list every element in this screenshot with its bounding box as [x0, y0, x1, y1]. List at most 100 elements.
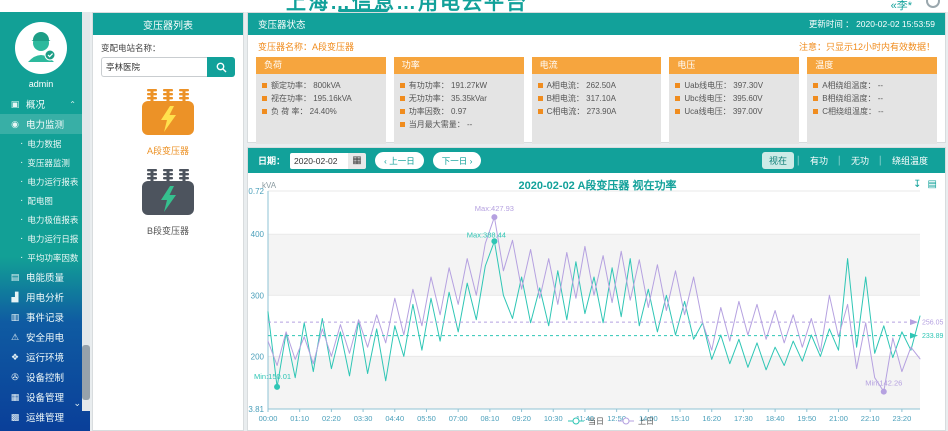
- chart-toolbar: 日期： ▦ ‹ 上一日 下一日 › 视在│有功│无功│绕组温度: [248, 148, 945, 173]
- x-axis-tick-label: 09:20: [512, 414, 531, 423]
- status-card-row: 额定功率： 800kVA: [262, 79, 380, 92]
- tab-无功[interactable]: 无功: [844, 152, 876, 169]
- legend-label[interactable]: 当日: [588, 416, 604, 426]
- sidebar-item-user-report[interactable]: ✎用户报告: [0, 427, 82, 431]
- legend-label[interactable]: 上日: [638, 417, 654, 426]
- plot-band: [268, 234, 920, 295]
- transformer-items: A段变压器 B段变压器: [93, 87, 243, 237]
- monitor-icon: ▣: [8, 99, 22, 110]
- sidebar-item-device-management[interactable]: ▦设备管理: [0, 387, 82, 407]
- bullet-square-icon: [400, 96, 405, 101]
- status-card-row: 负 荷 率： 24.40%: [262, 105, 380, 118]
- sidebar-item-ops-management[interactable]: ▩运维管理: [0, 407, 82, 427]
- annotation-label: Min:150.01: [254, 372, 291, 381]
- search-button[interactable]: [207, 57, 235, 77]
- status-card-row: B相电流： 317.10A: [538, 92, 656, 105]
- sidebar-item-label: 概况: [26, 97, 45, 111]
- calendar-icon[interactable]: ▦: [348, 153, 366, 169]
- tab-视在[interactable]: 视在: [762, 152, 794, 169]
- transformer-item[interactable]: A段变压器: [93, 87, 243, 157]
- next-day-button[interactable]: 下一日 ›: [433, 152, 482, 169]
- sidebar-item-power-extreme-report[interactable]: ·电力极值报表: [0, 210, 82, 229]
- x-axis-tick-label: 02:20: [322, 414, 341, 423]
- y-axis-tick-label: 113.81: [248, 405, 265, 414]
- prev-day-button[interactable]: ‹ 上一日: [375, 152, 424, 169]
- sidebar-item-power-daily-report[interactable]: ·电力运行日报: [0, 229, 82, 248]
- avatar[interactable]: [15, 22, 67, 74]
- search-icon: [216, 62, 227, 73]
- station-search-input[interactable]: [101, 57, 207, 77]
- sidebar-item-label: 运维管理: [26, 410, 64, 424]
- data-validity-note: 注意：只显示12小时内有效数据！: [799, 40, 935, 53]
- user-menu-icon[interactable]: [926, 0, 940, 8]
- status-card-row: C相绕组温度： --: [813, 105, 931, 118]
- bullet-square-icon: [813, 96, 818, 101]
- sidebar-scroll-down-icon[interactable]: ⌄: [73, 398, 81, 409]
- sidebar-item-power-quality[interactable]: ▤电能质量: [0, 267, 82, 287]
- sidebar-item-power-monitoring[interactable]: ◉电力监测: [0, 114, 82, 134]
- status-card-row: A相电流： 262.50A: [538, 79, 656, 92]
- sidebar-item-device-control[interactable]: ✇设备控制: [0, 367, 82, 387]
- transformer-item[interactable]: B段变压器: [93, 167, 243, 237]
- top-header-strip: 上海…信息…用电云平台 «李*: [0, 0, 948, 12]
- transformer-list-panel: 变压器列表 变配电站名称： A段变压器B段变压器: [92, 12, 244, 431]
- sidebar-subitem-label: 电力数据: [27, 138, 61, 150]
- sidebar-item-event-log[interactable]: ▥事件记录: [0, 307, 82, 327]
- tab-separator: │: [796, 156, 801, 165]
- bullet-square-icon: [675, 96, 680, 101]
- annotation-label: Max:388.44: [467, 230, 506, 239]
- bullet-icon: ·: [20, 176, 23, 187]
- sidebar-scrollbar-thumb[interactable]: [82, 345, 90, 400]
- date-input[interactable]: [290, 153, 348, 169]
- sidebar-item-distribution-diagram[interactable]: ·配电图: [0, 191, 82, 210]
- bullet-square-icon: [813, 83, 818, 88]
- bullet-square-icon: [262, 96, 267, 101]
- sidebar-item-usage-analysis[interactable]: ▟用电分析: [0, 287, 82, 307]
- collapse-chevron-icon[interactable]: ⌃: [69, 100, 76, 109]
- bullet-square-icon: [538, 109, 543, 114]
- status-card-row: Uab线电压： 397.30V: [675, 79, 793, 92]
- status-card: 电压Uab线电压： 397.30VUbc线电压： 395.60VUca线电压： …: [669, 57, 799, 144]
- bullet-icon: ·: [20, 157, 23, 168]
- x-axis-tick-label: 08:10: [480, 414, 499, 423]
- tab-separator: │: [837, 156, 842, 165]
- sidebar-item-label: 电能质量: [26, 270, 64, 284]
- bullet-square-icon: [400, 122, 405, 127]
- sidebar-item-safe-power[interactable]: ⚠安全用电: [0, 327, 82, 347]
- sidebar-item-avg-power-factor[interactable]: ·平均功率因数: [0, 248, 82, 267]
- status-card-row: 无功功率： 35.35kVar: [400, 92, 518, 105]
- bullet-icon: ·: [20, 138, 23, 149]
- line-chart: 470.72400300200113.8100:0001:1002:2003:3…: [248, 173, 946, 431]
- x-axis-tick-label: 15:10: [671, 414, 690, 423]
- transformer-name-label: B段变压器: [93, 224, 243, 237]
- x-axis-tick-label: 17:30: [734, 414, 753, 423]
- bullet-icon: ·: [20, 195, 23, 206]
- legend-marker-icon: [573, 418, 579, 424]
- sidebar-item-power-run-report[interactable]: · 电力运行报表: [0, 172, 82, 191]
- env-icon: ❖: [8, 352, 22, 363]
- sidebar-item-overview[interactable]: ▣ 概况 ⌃: [0, 94, 82, 114]
- sidebar-subitem-label: 电力运行报表: [27, 176, 78, 188]
- status-card-row-text: 无功功率： 35.35kVar: [409, 92, 487, 105]
- bullet-icon: ·: [20, 233, 23, 244]
- status-card-row: B相绕组温度： --: [813, 92, 931, 105]
- sidebar-item-environment[interactable]: ❖ 运行环境: [0, 347, 82, 367]
- sidebar-item-label: 运行环境: [26, 350, 64, 364]
- x-axis-tick-label: 23:20: [892, 414, 911, 423]
- user-name[interactable]: «李*: [891, 0, 912, 12]
- x-axis-tick-label: 04:40: [385, 414, 404, 423]
- tab-有功[interactable]: 有功: [803, 152, 835, 169]
- status-card-row-text: 功率因数： 0.97: [409, 105, 467, 118]
- status-card-title: 功率: [394, 57, 524, 74]
- x-axis-tick-label: 01:10: [290, 414, 309, 423]
- status-card-row: 当月最大需量： --: [400, 118, 518, 131]
- annotation-marker: [274, 384, 280, 390]
- date-label: 日期：: [258, 154, 285, 167]
- x-axis-tick-label: 19:50: [797, 414, 816, 423]
- sidebar-item-label: 用电分析: [26, 290, 64, 304]
- tab-绕组温度[interactable]: 绕组温度: [885, 152, 935, 169]
- sidebar-item-transformer-monitoring[interactable]: ·变压器监测: [0, 153, 82, 172]
- sidebar-item-power-data[interactable]: · 电力数据: [0, 134, 82, 153]
- bullet-square-icon: [400, 83, 405, 88]
- station-name-label: 变配电站名称：: [101, 42, 243, 54]
